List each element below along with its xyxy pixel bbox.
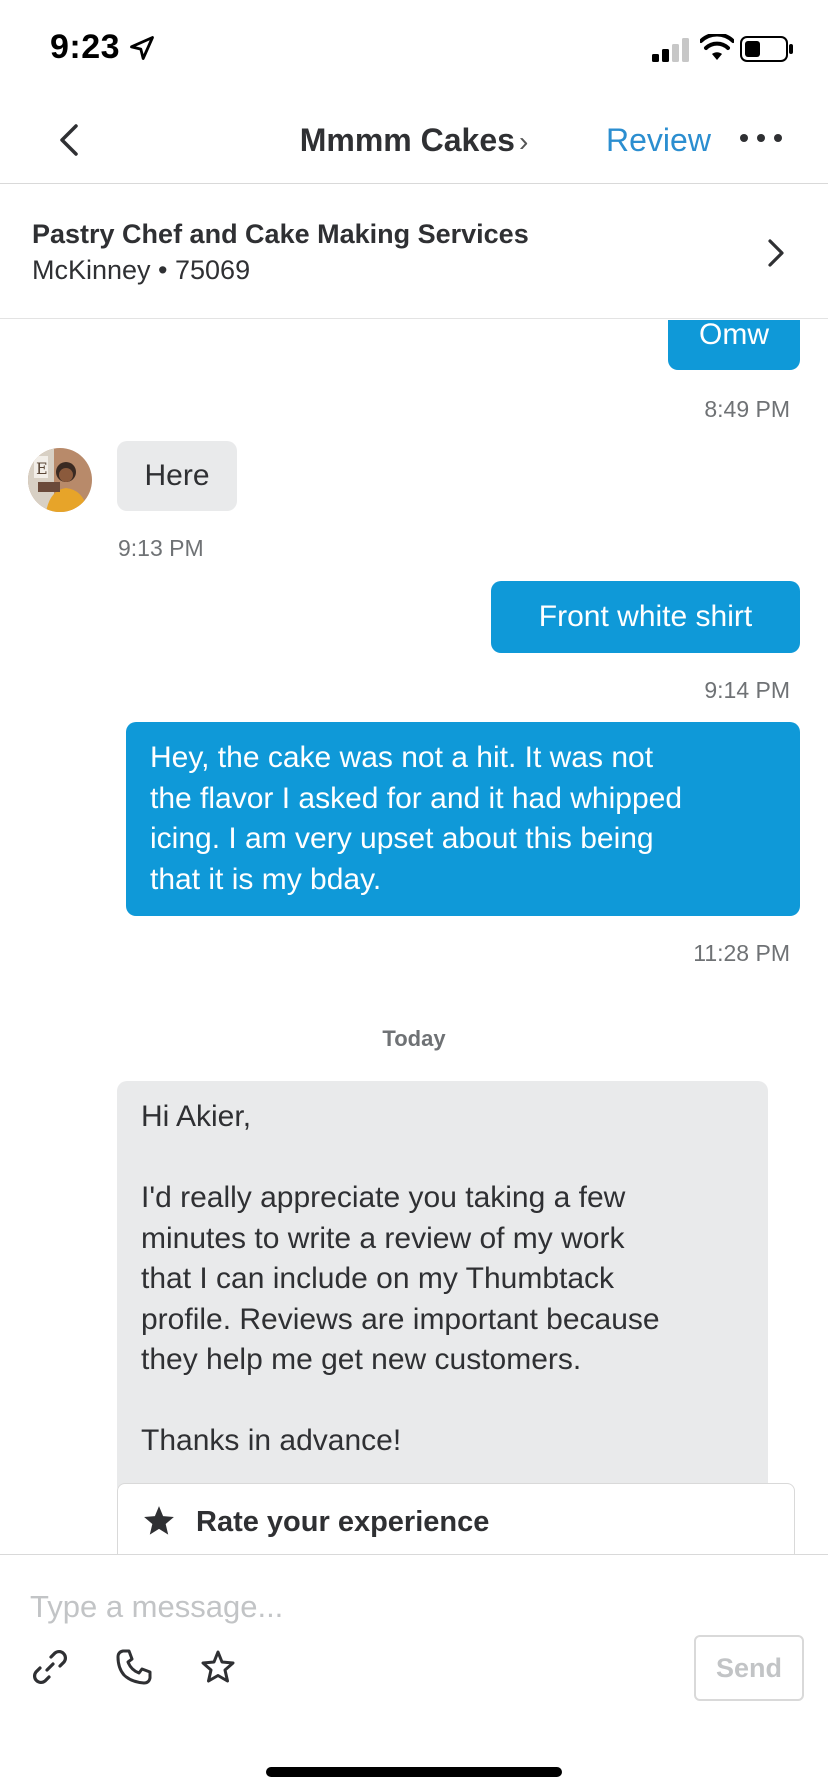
message-time: 9:13 PM [118, 535, 204, 561]
phone-icon[interactable] [114, 1647, 154, 1687]
star-filled-icon [144, 1506, 174, 1535]
day-separator: Today [382, 1026, 446, 1051]
send-button[interactable]: Send [694, 1635, 804, 1701]
status-bar: 9:23 [0, 0, 828, 96]
message-time: 11:28 PM [693, 940, 790, 966]
rate-experience-button[interactable]: Rate your experience [117, 1483, 795, 1554]
message-bubble-outgoing: Front white shirt [491, 581, 800, 653]
chevron-right-icon [768, 239, 784, 267]
message-text: Hey, the cake was not a hit. It was not … [150, 741, 683, 896]
message-time: 8:49 PM [704, 396, 790, 422]
review-request-bubble: Hi Akier, I'd really appreciate you taki… [117, 1081, 768, 1496]
rate-experience-label: Rate your experience [196, 1506, 490, 1538]
pro-name: Mmmm Cakes [299, 122, 515, 158]
review-request-text: Hi Akier, I'd really appreciate you taki… [141, 1100, 660, 1457]
star-outline-icon[interactable] [198, 1647, 238, 1687]
message-bubble-incoming: Here [117, 441, 237, 511]
location-arrow-icon [130, 36, 154, 60]
message-bubble-outgoing: Omw [668, 320, 800, 370]
message-thread[interactable]: Omw 8:49 PM E Here 9:13 PM Front white s… [0, 320, 828, 1554]
message-text: Here [144, 459, 210, 492]
message-bubble-outgoing: Hey, the cake was not a hit. It was not … [126, 722, 800, 916]
service-location: McKinney • 75069 [32, 255, 251, 285]
conversation-header: Mmmm Cakes › Review [0, 96, 828, 184]
message-text: Omw [699, 320, 769, 351]
title-chevron-icon: › [518, 126, 529, 157]
wifi-icon [700, 34, 734, 60]
more-icon[interactable] [738, 126, 784, 150]
attachment-icon[interactable] [30, 1647, 70, 1687]
service-title: Pastry Chef and Cake Making Services [32, 219, 529, 249]
signal-icon [652, 38, 689, 62]
message-composer: Send [0, 1554, 828, 1792]
service-summary[interactable]: Pastry Chef and Cake Making Services McK… [0, 185, 828, 319]
status-time: 9:23 [50, 28, 121, 66]
message-input[interactable] [20, 1575, 800, 1639]
avatar: E [28, 448, 92, 512]
message-text: Front white shirt [538, 600, 753, 633]
review-link[interactable]: Review [606, 122, 711, 159]
svg-text:E: E [36, 459, 48, 478]
message-time: 9:14 PM [704, 677, 790, 703]
battery-icon [740, 36, 793, 62]
home-indicator [266, 1767, 562, 1777]
